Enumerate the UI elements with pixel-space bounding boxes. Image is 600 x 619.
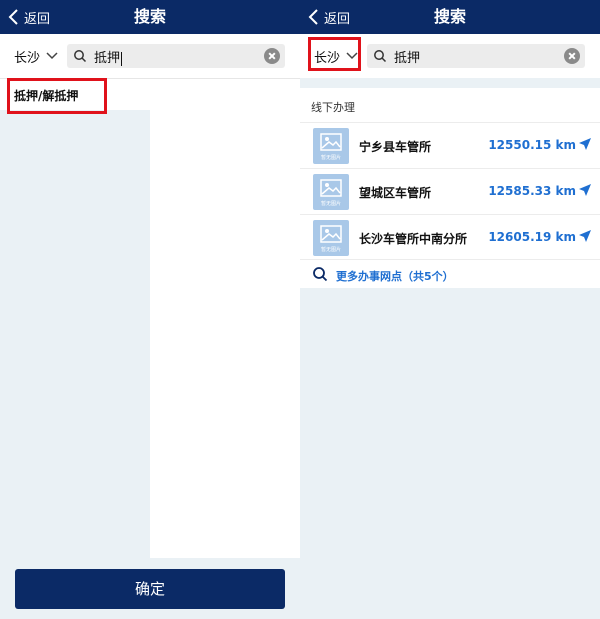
right-screen: 返回 搜索 长沙 抵押 线下办理 暂无图片 宁乡县车管所 12550.15 km (300, 0, 600, 619)
search-bar: 长沙 抵押 (300, 34, 600, 78)
result-item[interactable]: 暂无图片 长沙车管所中南分所 12605.19 km (300, 214, 600, 260)
city-label: 长沙 (314, 50, 341, 66)
more-locations-link[interactable]: 更多办事网点（共5个） (300, 259, 600, 288)
search-bar: 长沙 抵押 (0, 34, 300, 78)
result-distance: 12605.19 km (488, 230, 576, 244)
clear-icon[interactable] (564, 48, 580, 64)
top-nav-bar: 返回 搜索 (0, 0, 300, 34)
search-icon (374, 50, 387, 63)
chevron-down-icon (46, 52, 58, 60)
section-title: 线下办理 (311, 101, 355, 114)
navigate-arrow-icon[interactable] (578, 229, 592, 243)
confirm-button[interactable]: 确定 (15, 569, 285, 609)
result-name: 宁乡县车管所 (359, 140, 432, 154)
left-screen: 返回 搜索 长沙 抵押 抵押/解抵押 确定 (0, 0, 300, 619)
suggestion-label: 抵押/解抵押 (14, 89, 79, 103)
section-gap (300, 78, 600, 88)
thumb-label: 暂无图片 (320, 247, 341, 253)
result-item[interactable]: 暂无图片 宁乡县车管所 12550.15 km (300, 122, 600, 168)
result-name: 望城区车管所 (359, 186, 432, 200)
image-placeholder-icon: 暂无图片 (313, 128, 349, 164)
chevron-down-icon (346, 52, 358, 60)
more-locations-label: 更多办事网点（共5个） (336, 270, 454, 283)
suggestion-item[interactable]: 抵押/解抵押 (0, 78, 300, 110)
result-distance: 12550.15 km (488, 138, 576, 152)
image-placeholder-icon: 暂无图片 (313, 174, 349, 210)
search-input[interactable]: 抵押 (367, 44, 585, 68)
search-icon (313, 267, 328, 282)
result-item[interactable]: 暂无图片 望城区车管所 12585.33 km (300, 168, 600, 214)
thumb-label: 暂无图片 (320, 155, 341, 161)
city-selector[interactable]: 长沙 (314, 46, 358, 66)
thumb-label: 暂无图片 (320, 201, 341, 207)
search-icon (74, 50, 87, 63)
text-cursor (121, 51, 123, 66)
navigate-arrow-icon[interactable] (578, 137, 592, 151)
result-name: 长沙车管所中南分所 (359, 232, 468, 246)
results-panel: 线下办理 暂无图片 宁乡县车管所 12550.15 km 暂无图片 望城区车管所… (300, 88, 600, 288)
navigate-arrow-icon[interactable] (578, 183, 592, 197)
city-label: 长沙 (14, 50, 41, 66)
image-placeholder-icon: 暂无图片 (313, 220, 349, 256)
search-query: 抵押 (394, 51, 421, 66)
page-title: 搜索 (433, 7, 466, 26)
clear-icon[interactable] (264, 48, 280, 64)
top-nav-bar: 返回 搜索 (300, 0, 600, 34)
search-query: 抵押 (94, 51, 121, 66)
search-input[interactable]: 抵押 (67, 44, 285, 68)
page-title: 搜索 (133, 7, 166, 26)
result-distance: 12585.33 km (488, 184, 576, 198)
suggestion-side-area (150, 110, 300, 558)
city-selector[interactable]: 长沙 (14, 46, 58, 66)
search-query-wrap: 抵押 (94, 47, 123, 66)
